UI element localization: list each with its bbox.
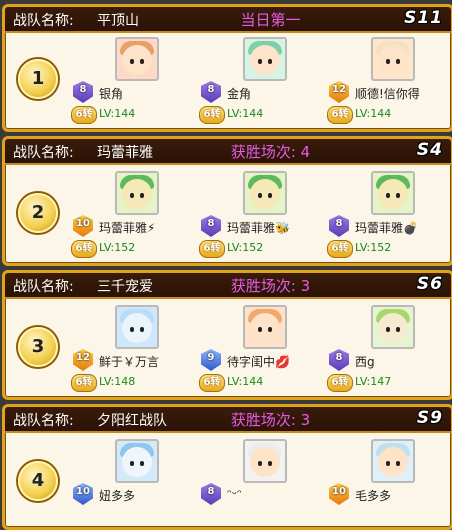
season-tag: S9 [416, 408, 443, 428]
rank-badge-icon: 10 [73, 215, 93, 237]
player-name: 玛蕾菲雅🐝 [227, 221, 290, 235]
player-slot[interactable]: 8 金角 6转 LV:144 [193, 31, 328, 126]
rebirth-coin-icon: 6转 [199, 240, 225, 258]
player-slot[interactable]: 10 妞多多 [65, 433, 200, 527]
season-tag: S11 [404, 8, 443, 28]
player-name: ᵔᵕᵔ [227, 487, 242, 501]
team-status: 当日第一 [240, 11, 301, 29]
rebirth-coin-icon: 6转 [327, 374, 353, 392]
rebirth-coin-icon: 6转 [327, 106, 353, 124]
player-slot[interactable]: 8 玛蕾菲雅🐝 6转 LV:152 [193, 165, 328, 260]
player-avatar[interactable] [115, 439, 159, 483]
team-header: 战队名称: 平顶山 当日第一 S11 [5, 7, 451, 33]
player-name: 待字闺中💋 [227, 355, 290, 369]
rank-badge-icon: 12 [73, 349, 93, 371]
player-slot[interactable]: 9 待字闺中💋 6转 LV:144 [193, 299, 328, 394]
team-header: 战队名称: 夕阳红战队 获胜场次: 3 S9 [5, 407, 451, 433]
season-tag: S4 [416, 140, 443, 160]
rank-badge-icon: 8 [201, 81, 221, 103]
player-name: 毛多多 [355, 489, 392, 503]
rank-medal: 4 [18, 461, 58, 501]
rank-badge-icon: 12 [329, 81, 349, 103]
player-name: 西g [355, 355, 375, 369]
player-slot[interactable]: 8 西g 6转 LV:147 [321, 299, 451, 394]
team-card[interactable]: 战队名称: 夕阳红战队 获胜场次: 3 S9 4 10 妞多多 8 ᵔᵕᵔ 10… [2, 404, 452, 530]
player-avatar[interactable] [115, 37, 159, 81]
player-level: LV:144 [227, 107, 264, 120]
player-avatar[interactable] [243, 37, 287, 81]
player-slot[interactable]: 10 毛多多 [321, 433, 451, 527]
player-slot[interactable]: 12 顺德!信你得 6转 LV:144 [321, 31, 451, 126]
rebirth-coin-icon: 6转 [71, 374, 97, 392]
player-level: LV:152 [99, 241, 136, 254]
team-header: 战队名称: 三千宠爱 获胜场次: 3 S6 [5, 273, 451, 299]
player-slot[interactable]: 8 银角 6转 LV:144 [65, 31, 200, 126]
season-tag: S6 [416, 274, 443, 294]
player-name: 银角 [99, 87, 124, 101]
team-header: 战队名称: 玛蕾菲雅 获胜场次: 4 S4 [5, 139, 451, 165]
player-level: LV:144 [227, 375, 264, 388]
team-card[interactable]: 战队名称: 玛蕾菲雅 获胜场次: 4 S4 2 10 玛蕾菲雅⚡ 6转 LV:1… [2, 136, 452, 266]
player-avatar[interactable] [115, 305, 159, 349]
rebirth-coin-icon: 6转 [199, 374, 225, 392]
rebirth-coin-icon: 6转 [327, 240, 353, 258]
team-status: 获胜场次: 4 [230, 143, 311, 161]
rank-medal: 3 [18, 327, 58, 367]
player-name: 鲜于￥万言 [99, 355, 160, 369]
rank-badge-icon: 8 [329, 349, 349, 371]
rank-badge-icon: 10 [329, 483, 349, 505]
rank-badge-icon: 9 [201, 349, 221, 371]
rank-medal: 2 [18, 193, 58, 233]
player-level: LV:147 [355, 375, 392, 388]
team-status: 获胜场次: 3 [230, 277, 311, 295]
player-avatar[interactable] [243, 439, 287, 483]
rebirth-coin-icon: 6转 [71, 106, 97, 124]
player-avatar[interactable] [243, 305, 287, 349]
player-name: 金角 [227, 87, 252, 101]
rebirth-coin-icon: 6转 [71, 240, 97, 258]
rebirth-coin-icon: 6转 [199, 106, 225, 124]
player-name: 玛蕾菲雅⚡ [99, 221, 156, 235]
player-avatar[interactable] [371, 305, 415, 349]
rank-badge-icon: 8 [73, 81, 93, 103]
player-avatar[interactable] [371, 171, 415, 215]
player-avatar[interactable] [115, 171, 159, 215]
player-name: 顺德!信你得 [355, 87, 420, 101]
player-level: LV:144 [355, 107, 392, 120]
player-avatar[interactable] [371, 37, 415, 81]
player-slot[interactable]: 12 鲜于￥万言 6转 LV:148 [65, 299, 200, 394]
rank-badge-icon: 8 [329, 215, 349, 237]
player-level: LV:152 [355, 241, 392, 254]
rank-badge-icon: 10 [73, 483, 93, 505]
rank-badge-icon: 8 [201, 215, 221, 237]
player-slot[interactable]: 10 玛蕾菲雅⚡ 6转 LV:152 [65, 165, 200, 260]
player-name: 玛蕾菲雅💣 [355, 221, 418, 235]
player-avatar[interactable] [371, 439, 415, 483]
rank-medal: 1 [18, 59, 58, 99]
player-level: LV:144 [99, 107, 136, 120]
player-slot[interactable]: 8 ᵔᵕᵔ [193, 433, 328, 527]
team-card[interactable]: 战队名称: 三千宠爱 获胜场次: 3 S6 3 12 鲜于￥万言 6转 LV:1… [2, 270, 452, 400]
player-name: 妞多多 [99, 489, 136, 503]
player-slot[interactable]: 8 玛蕾菲雅💣 6转 LV:152 [321, 165, 451, 260]
player-avatar[interactable] [243, 171, 287, 215]
team-card[interactable]: 战队名称: 平顶山 当日第一 S11 1 8 银角 6转 LV:144 8 金角… [2, 4, 452, 132]
rank-badge-icon: 8 [201, 483, 221, 505]
team-status: 获胜场次: 3 [230, 411, 311, 429]
player-level: LV:148 [99, 375, 136, 388]
player-level: LV:152 [227, 241, 264, 254]
